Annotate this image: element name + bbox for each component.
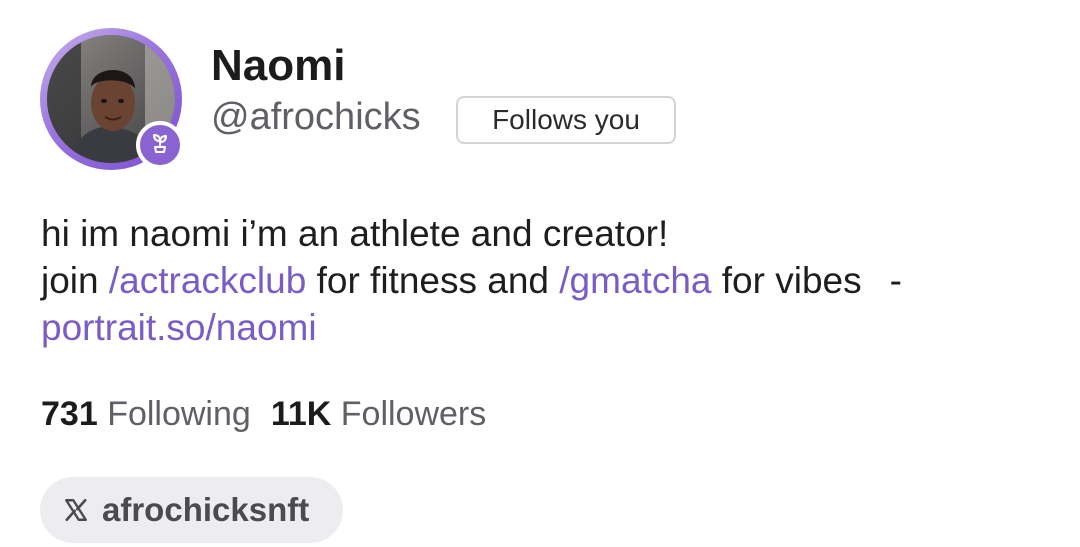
following-count: 731 <box>41 395 98 433</box>
followers-count: 11K <box>270 395 332 433</box>
bio-line-2: join /actrackclub for fitness and /gmatc… <box>41 257 1061 304</box>
bio-text: join <box>41 260 109 301</box>
username-handle: @afrochicks <box>211 96 421 138</box>
channel-link-actrackclub[interactable]: /actrackclub <box>109 260 306 301</box>
followers-stat[interactable]: 11K Followers <box>271 395 486 433</box>
following-label: Following <box>107 395 251 433</box>
x-logo-icon <box>62 496 90 524</box>
avatar-badge <box>136 121 184 169</box>
bio-line-1: hi im naomi i’m an athlete and creator! <box>41 213 669 254</box>
following-stat[interactable]: 731 Following <box>41 395 251 433</box>
follows-you-badge: Follows you <box>456 96 676 144</box>
x-account-chip[interactable]: afrochicksnft <box>40 477 343 543</box>
bio-text: for fitness and <box>306 260 560 301</box>
followers-label: Followers <box>340 395 487 433</box>
follow-stats: 731 Following 11K Followers <box>41 392 486 436</box>
x-account-label: afrochicksnft <box>102 491 310 528</box>
profile-card: Naomi @afrochicks Follows you hi im naom… <box>0 0 1080 547</box>
bio-text: for vibes <box>711 260 862 301</box>
bio-dash: - <box>889 260 902 301</box>
display-name: Naomi <box>211 41 346 90</box>
sprout-icon <box>148 131 172 160</box>
bio: hi im naomi i’m an athlete and creator! … <box>41 210 1061 351</box>
channel-link-gmatcha[interactable]: /gmatcha <box>559 260 711 301</box>
portfolio-link[interactable]: portrait.so/naomi <box>41 304 1061 351</box>
